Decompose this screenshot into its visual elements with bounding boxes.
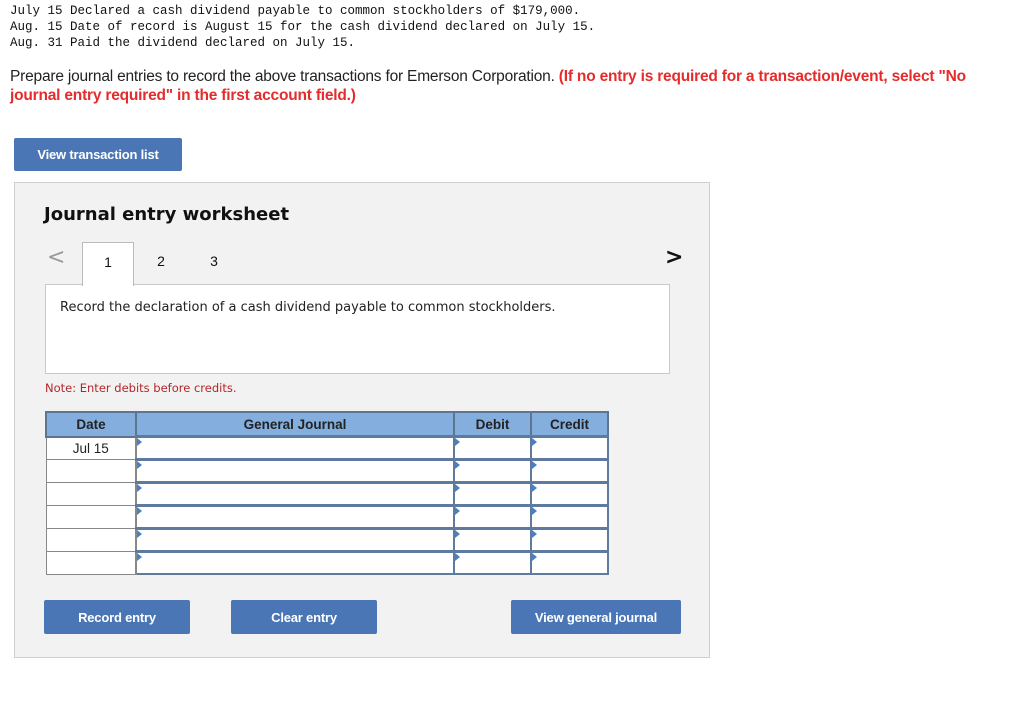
- debit-field[interactable]: [453, 458, 532, 484]
- table-row: [45, 527, 609, 553]
- record-entry-button[interactable]: Record entry: [44, 600, 190, 634]
- account-field[interactable]: [135, 458, 455, 484]
- credit-input[interactable]: [532, 507, 607, 527]
- table-row: [45, 504, 609, 530]
- debit-field[interactable]: [453, 481, 532, 507]
- header-general-journal: General Journal: [135, 411, 455, 438]
- credit-field[interactable]: [530, 550, 609, 575]
- date-cell: [45, 482, 137, 506]
- next-arrow-icon[interactable]: >: [665, 245, 683, 270]
- header-credit: Credit: [530, 411, 609, 438]
- debit-field[interactable]: [453, 527, 532, 553]
- tab-1[interactable]: 1: [82, 242, 134, 286]
- debit-field[interactable]: [453, 435, 532, 461]
- account-input[interactable]: [137, 530, 453, 550]
- debit-input[interactable]: [455, 484, 530, 504]
- journal-entry-worksheet: Journal entry worksheet < 1 2 3 > Record…: [14, 182, 710, 658]
- worksheet-title: Journal entry worksheet: [44, 204, 290, 225]
- account-field[interactable]: [135, 527, 455, 553]
- credit-field[interactable]: [530, 458, 609, 484]
- debit-field[interactable]: [453, 504, 532, 530]
- account-field[interactable]: [135, 435, 455, 461]
- view-transaction-list-button[interactable]: View transaction list: [14, 138, 182, 171]
- credit-field[interactable]: [530, 504, 609, 530]
- debit-field[interactable]: [453, 550, 532, 575]
- debit-input[interactable]: [455, 461, 530, 481]
- view-general-journal-button[interactable]: View general journal: [511, 600, 681, 634]
- header-date: Date: [45, 411, 137, 438]
- account-input[interactable]: [137, 553, 453, 573]
- journal-table: Date General Journal Debit Credit Jul 15: [45, 411, 609, 575]
- entry-description: Record the declaration of a cash dividen…: [60, 300, 556, 315]
- account-field[interactable]: [135, 550, 455, 575]
- credit-input[interactable]: [532, 461, 607, 481]
- debit-input[interactable]: [455, 438, 530, 458]
- table-row: [45, 458, 609, 484]
- table-row: [45, 481, 609, 507]
- transaction-line: Aug. 15 Date of record is August 15 for …: [10, 20, 596, 34]
- debit-input[interactable]: [455, 530, 530, 550]
- tab-label: 2: [157, 253, 165, 269]
- account-field[interactable]: [135, 504, 455, 530]
- transaction-list: July 15 Declared a cash dividend payable…: [10, 3, 595, 51]
- date-cell: [45, 459, 137, 483]
- debit-input[interactable]: [455, 507, 530, 527]
- header-debit: Debit: [453, 411, 532, 438]
- credit-input[interactable]: [532, 484, 607, 504]
- table-header-row: Date General Journal Debit Credit: [45, 411, 609, 438]
- account-input[interactable]: [137, 461, 453, 481]
- instructions-main: Prepare journal entries to record the ab…: [10, 68, 559, 85]
- note-text: Note: Enter debits before credits.: [45, 381, 237, 395]
- credit-input[interactable]: [532, 530, 607, 550]
- credit-field[interactable]: [530, 435, 609, 461]
- table-row: Jul 15: [45, 435, 609, 461]
- table-row: [45, 550, 609, 575]
- tab-label: 1: [104, 254, 112, 270]
- account-input[interactable]: [137, 438, 453, 458]
- date-cell: [45, 551, 137, 575]
- clear-entry-button[interactable]: Clear entry: [231, 600, 377, 634]
- debit-input[interactable]: [455, 553, 530, 573]
- transaction-line: July 15 Declared a cash dividend payable…: [10, 4, 581, 18]
- credit-input[interactable]: [532, 438, 607, 458]
- date-cell: [45, 505, 137, 529]
- tab-3[interactable]: 3: [188, 242, 240, 285]
- account-input[interactable]: [137, 507, 453, 527]
- account-input[interactable]: [137, 484, 453, 504]
- previous-arrow-icon[interactable]: <: [47, 245, 65, 270]
- account-field[interactable]: [135, 481, 455, 507]
- credit-input[interactable]: [532, 553, 607, 573]
- entry-description-box: Record the declaration of a cash dividen…: [45, 284, 670, 374]
- credit-field[interactable]: [530, 481, 609, 507]
- date-cell: [45, 528, 137, 552]
- credit-field[interactable]: [530, 527, 609, 553]
- transaction-line: Aug. 31 Paid the dividend declared on Ju…: [10, 36, 356, 50]
- date-cell: Jul 15: [45, 436, 137, 460]
- instructions: Prepare journal entries to record the ab…: [10, 67, 1000, 105]
- tab-2[interactable]: 2: [135, 242, 187, 285]
- tab-label: 3: [210, 253, 218, 269]
